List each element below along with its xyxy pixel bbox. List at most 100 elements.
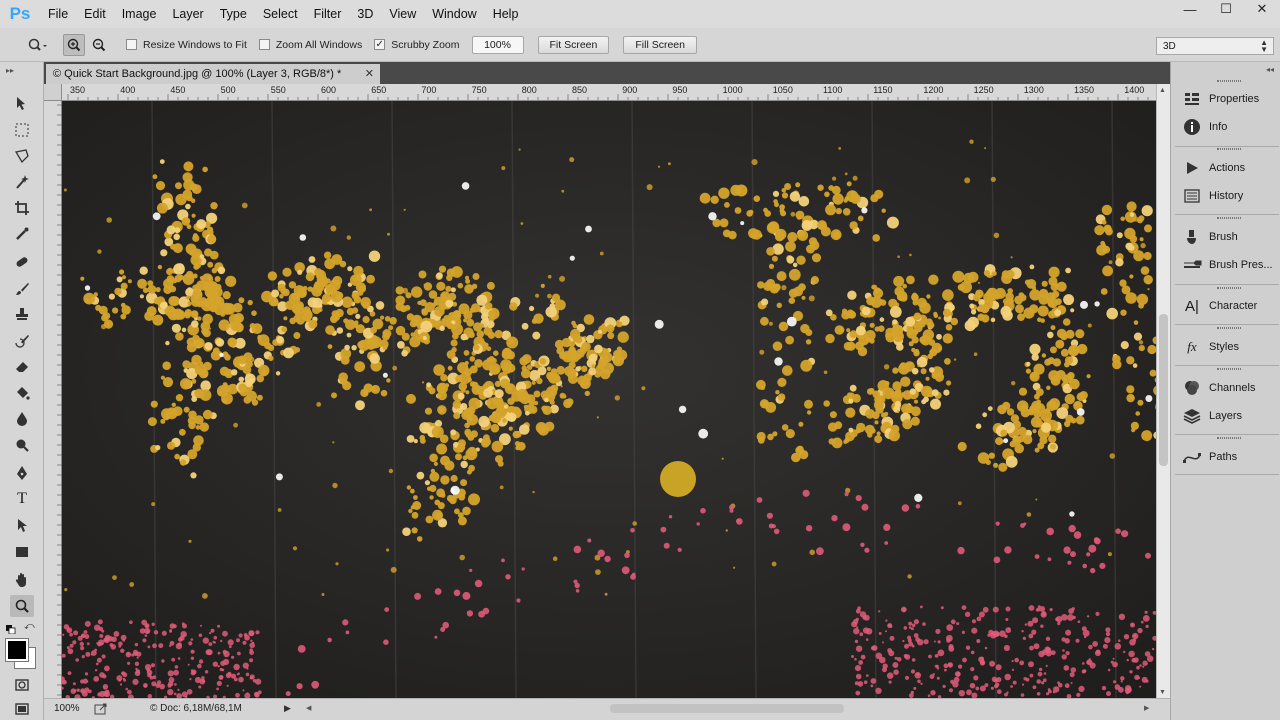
workspace-select[interactable]: 3D ▲ ▼ <box>1156 37 1274 55</box>
document-size-info: © Doc: 6,18M/68,1M <box>150 703 242 714</box>
path-selection-icon[interactable] <box>10 514 34 536</box>
panel-info[interactable]: Info <box>1175 114 1279 140</box>
panel-separator <box>1175 474 1279 475</box>
panel-character[interactable]: A| Character <box>1175 293 1279 319</box>
panel-label: Properties <box>1209 93 1260 105</box>
zoom-tool-preset-icon[interactable] <box>26 34 48 56</box>
vertical-ruler[interactable] <box>44 101 62 698</box>
panel-history[interactable]: History <box>1175 183 1279 209</box>
menu-layer[interactable]: Layer <box>164 0 211 28</box>
move-tool-icon[interactable] <box>10 92 34 114</box>
panel-styles[interactable]: fx Styles <box>1175 334 1279 360</box>
panel-label: Character <box>1209 300 1258 312</box>
fit-screen-button[interactable]: Fit Screen <box>537 35 610 54</box>
menu-type[interactable]: Type <box>212 0 255 28</box>
panel-paths[interactable]: Paths <box>1175 444 1279 470</box>
foreground-color-swatch[interactable] <box>5 638 29 662</box>
quick-mask-icon[interactable] <box>10 674 34 696</box>
panel-channels[interactable]: Channels <box>1175 375 1279 401</box>
close-tab-icon[interactable]: ✕ <box>365 67 374 80</box>
menu-view[interactable]: View <box>381 0 424 28</box>
swap-colors-icon[interactable]: ⤺ <box>24 621 35 632</box>
menu-3d[interactable]: 3D <box>349 0 381 28</box>
panel-properties[interactable]: Properties <box>1175 86 1279 112</box>
menu-edit[interactable]: Edit <box>76 0 114 28</box>
updown-arrow-icon: ▲ ▼ <box>1260 38 1268 54</box>
scrubby-zoom-checkbox[interactable]: ✓ <box>374 39 386 50</box>
menu-filter[interactable]: Filter <box>306 0 350 28</box>
ruler-label: 850 <box>572 85 588 95</box>
fill-screen-button[interactable]: Fill Screen <box>623 35 697 54</box>
zoom-all-option[interactable]: Zoom All Windows <box>258 38 363 51</box>
lasso-tool-icon[interactable] <box>10 145 34 167</box>
hand-tool-icon[interactable] <box>10 569 34 591</box>
panel-grip[interactable] <box>1217 368 1241 370</box>
blur-tool-icon[interactable] <box>10 408 34 430</box>
zoom-all-checkbox[interactable] <box>258 39 270 50</box>
dodge-tool-icon[interactable] <box>10 434 34 456</box>
export-icon[interactable] <box>94 702 108 716</box>
collapse-panels-icon[interactable]: ◂◂ <box>1266 65 1274 74</box>
scroll-down-icon[interactable]: ▼ <box>1159 689 1166 696</box>
ruler-origin[interactable] <box>44 84 62 101</box>
default-colors-icon[interactable] <box>6 623 16 635</box>
panel-grip[interactable] <box>1217 287 1241 289</box>
zoom-tool-icon[interactable] <box>10 595 34 617</box>
pen-tool-icon[interactable] <box>10 462 34 484</box>
resize-windows-checkbox[interactable] <box>126 39 137 50</box>
menu-image[interactable]: Image <box>114 0 165 28</box>
zoom-out-icon[interactable] <box>88 34 110 56</box>
clone-stamp-icon[interactable] <box>10 303 34 325</box>
eyedropper-icon[interactable] <box>10 223 34 245</box>
zoom-all-label: Zoom All Windows <box>275 38 363 51</box>
panel-grip[interactable] <box>1217 437 1241 439</box>
zoom-in-icon[interactable] <box>63 33 85 56</box>
ruler-label: 1100 <box>823 85 843 95</box>
eraser-tool-icon[interactable] <box>10 356 34 378</box>
scroll-up-icon[interactable]: ▲ <box>1159 87 1166 94</box>
scroll-left-icon[interactable]: ◀ <box>306 704 311 712</box>
magic-wand-icon[interactable] <box>10 171 34 193</box>
brush-tool-icon[interactable] <box>10 278 34 300</box>
close-button[interactable]: ✕ <box>1244 0 1280 18</box>
menu-file[interactable]: File <box>40 0 76 28</box>
type-tool-icon[interactable]: T <box>10 488 34 510</box>
panel-grip[interactable] <box>1217 80 1241 82</box>
minimize-button[interactable]: — <box>1172 0 1208 18</box>
menu-select[interactable]: Select <box>255 0 306 28</box>
resize-windows-option[interactable]: Resize Windows to Fit <box>126 39 247 51</box>
vertical-scrollbar[interactable]: ▲ ▼ <box>1156 84 1170 698</box>
healing-brush-icon[interactable] <box>10 251 34 273</box>
zoom-level-field[interactable]: 100% <box>54 703 94 717</box>
panel-actions[interactable]: Actions <box>1175 155 1279 181</box>
panel-label: Brush <box>1209 231 1238 243</box>
screen-mode-icon[interactable] <box>10 698 34 720</box>
panel-grip[interactable] <box>1217 148 1241 150</box>
scrubby-zoom-option[interactable]: ✓ Scrubby Zoom <box>374 39 460 51</box>
horizontal-scroll-thumb[interactable] <box>610 704 844 713</box>
collapse-toolbox-icon[interactable]: ▸▸ <box>6 66 14 75</box>
ruler-label: 1400 <box>1124 85 1145 95</box>
menu-help[interactable]: Help <box>485 0 527 28</box>
panel-grip[interactable] <box>1217 217 1241 219</box>
panel-layers[interactable]: Layers <box>1175 403 1279 429</box>
panel-grip[interactable] <box>1217 327 1241 329</box>
crop-tool-icon[interactable] <box>10 197 34 219</box>
horizontal-ruler[interactable]: 350 400 450 500 550 600 650 700 750 800 850 900 950 1… <box>62 84 1156 101</box>
panel-brush[interactable]: Brush <box>1175 224 1279 250</box>
menu-window[interactable]: Window <box>424 0 484 28</box>
document-canvas[interactable] <box>62 101 1156 698</box>
channels-icon <box>1181 377 1203 399</box>
paint-bucket-icon[interactable] <box>10 382 34 404</box>
maximize-button[interactable]: ☐ <box>1208 0 1244 18</box>
marquee-tool-icon[interactable] <box>10 119 34 141</box>
vertical-scroll-thumb[interactable] <box>1159 314 1168 466</box>
ruler-label: 950 <box>672 85 688 95</box>
history-brush-icon[interactable] <box>10 330 34 352</box>
zoom-value-field[interactable]: 100% <box>471 35 524 54</box>
panel-brush-presets[interactable]: Brush Pres... <box>1175 252 1279 278</box>
status-menu-icon[interactable]: ▶ <box>284 703 291 714</box>
document-tab[interactable]: © Quick Start Background.jpg @ 100% (Lay… <box>46 64 380 84</box>
rectangle-tool-icon[interactable] <box>10 541 34 563</box>
scroll-right-icon[interactable]: ▶ <box>1144 704 1149 712</box>
